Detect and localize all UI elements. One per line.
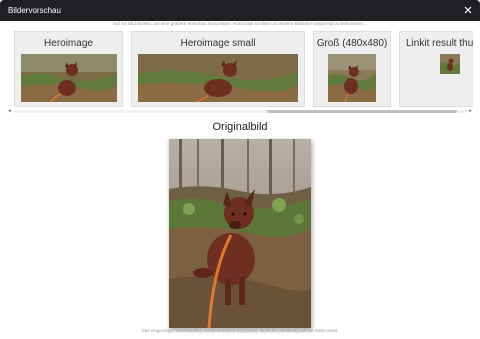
dialog-titlebar: Bildervorschau (0, 0, 480, 21)
variant-card-heroimage-small[interactable]: Heroimage small (131, 31, 305, 107)
variant-card-gross[interactable]: Groß (480x480) (313, 31, 391, 107)
variant-strip[interactable]: Heroimage Heroimage small Groß (480x480) (7, 29, 473, 117)
variant-card-linkit-thumbnail[interactable]: Linkit result thum (399, 31, 473, 107)
close-icon[interactable] (462, 4, 474, 16)
scroll-left-icon[interactable]: ◂ (7, 109, 12, 114)
scroll-thumb[interactable] (267, 110, 457, 113)
variant-card-heroimage[interactable]: Heroimage (14, 31, 123, 107)
scroll-right-icon[interactable]: ▸ (468, 109, 473, 114)
variant-thumbnail (328, 54, 376, 102)
scroll-hint: Auf ein Bild klicken, um eine größere Vo… (113, 21, 367, 26)
variant-thumbnail (440, 54, 460, 74)
variant-label: Heroimage (44, 38, 93, 49)
variant-thumbnail (138, 54, 298, 102)
original-image[interactable] (169, 139, 311, 328)
footer-note: Das eingezeigte Vorschaubild, wurde even… (141, 328, 339, 333)
variant-thumbnail (21, 54, 117, 102)
original-image-title: Originalbild (212, 121, 268, 133)
horizontal-scrollbar[interactable]: ◂ ▸ (7, 108, 473, 115)
variant-label: Heroimage small (180, 38, 256, 49)
dialog-title: Bildervorschau (8, 6, 61, 15)
variant-label: Linkit result thum (406, 38, 473, 49)
variant-label: Groß (480x480) (316, 38, 388, 49)
